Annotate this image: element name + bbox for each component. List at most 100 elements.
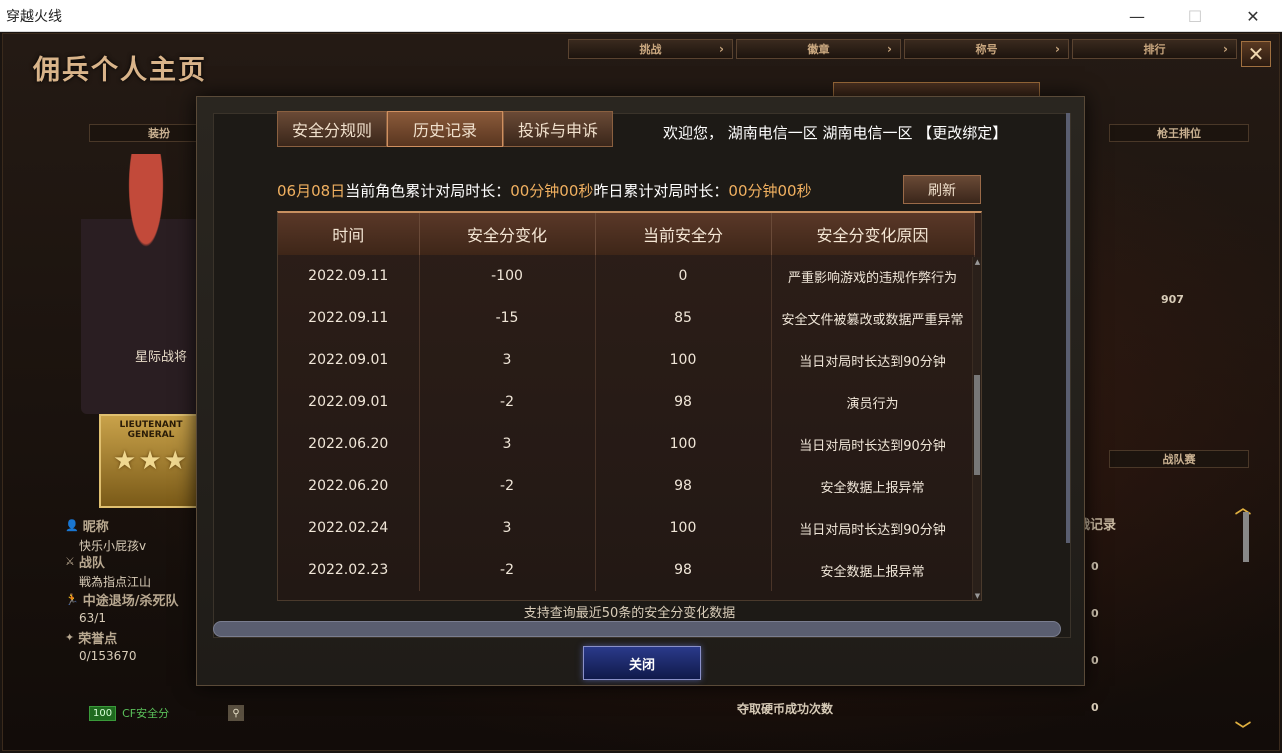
refresh-button[interactable]: 刷新: [903, 175, 981, 204]
subtab-team-match[interactable]: 战队赛: [1109, 450, 1249, 468]
cell-change: -15: [419, 297, 596, 339]
table-row: 2022.09.11 -100 0 严重影响游戏的违规作弊行为: [278, 255, 975, 297]
team-icon: ⚔: [65, 555, 75, 568]
table-row: 2022.02.24 3 100 当日对局时长达到90分钟: [278, 507, 975, 549]
honor-label: 荣誉点: [78, 632, 118, 647]
person-icon: 👤: [65, 519, 79, 532]
scroll-down-icon[interactable]: ▼: [973, 591, 981, 600]
duration-date: 06月08日: [277, 182, 346, 200]
window-controls: — ☐ ✕: [1108, 0, 1282, 32]
topnav-label: 徽章: [807, 43, 830, 56]
dialog-tabs: 安全分规则 历史记录 投诉与申诉: [277, 111, 613, 147]
team-block: ⚔ 战队 戦為指点江山: [65, 552, 151, 590]
table-row: 2022.06.20 3 100 当日对局时长达到90分钟: [278, 423, 975, 465]
maximize-button[interactable]: ☐: [1166, 0, 1224, 32]
tab-complaint-appeal[interactable]: 投诉与申诉: [503, 111, 613, 147]
subtab-gun-king[interactable]: 枪王排位: [1109, 124, 1249, 142]
table-scrollbar[interactable]: ▲ ▼: [972, 257, 981, 600]
side-scrollbar[interactable]: [1241, 502, 1251, 732]
today-duration-label: 当前角色累计对局时长：: [345, 182, 511, 200]
scroll-up-icon[interactable]: ▲: [973, 257, 981, 267]
window-title: 穿越火线: [6, 8, 62, 25]
cell-change: 3: [419, 339, 596, 381]
table-row: 2022.09.11 -15 85 安全文件被篡改或数据严重异常: [278, 297, 975, 339]
cell-time: 2022.09.01: [278, 381, 420, 423]
tab-history[interactable]: 历史记录: [387, 111, 503, 147]
cf-safety-bar: 100 CF安全分 ⚲: [89, 705, 245, 721]
cell-change: -2: [419, 465, 596, 507]
topnav-badge[interactable]: 徽章 ›: [736, 39, 901, 59]
rank-badge: LIEUTENANT GENERAL ★★★: [99, 414, 203, 508]
cell-current: 100: [595, 423, 772, 465]
table-row: 2022.09.01 -2 98 演员行为: [278, 381, 975, 423]
cell-time: 2022.02.23: [278, 549, 420, 591]
tab-safety-rules[interactable]: 安全分规则: [277, 111, 387, 147]
honor-value: 0/153670: [79, 649, 137, 663]
cell-time: 2022.09.01: [278, 339, 420, 381]
col-current-score: 当前安全分: [595, 213, 772, 255]
cell-current: 100: [595, 339, 772, 381]
cf-score-badge: 100: [89, 705, 117, 721]
rank-line2: GENERAL: [127, 430, 175, 440]
safety-score-dialog: 安全分规则 历史记录 投诉与申诉 欢迎您， 湖南电信一区 湖南电信一区 【更改绑…: [196, 96, 1085, 686]
rank-line1: LIEUTENANT: [119, 420, 183, 430]
window-titlebar: 穿越火线 — ☐ ✕: [0, 0, 1282, 32]
history-table: 时间 安全分变化 当前安全分 安全分变化原因 2022.09.11 -100 0 严重…: [277, 211, 982, 601]
cell-current: 98: [595, 381, 772, 423]
star-icon: ★★★: [113, 446, 189, 476]
yesterday-duration-value: 00分钟00秒: [728, 182, 812, 200]
chevron-right-icon: ›: [1223, 42, 1228, 56]
honor-block: ✦ 荣誉点 0/153670: [65, 628, 137, 663]
cell-change: 3: [419, 507, 596, 549]
cell-change: -2: [419, 549, 596, 591]
stat-zero: 0: [1091, 607, 1099, 620]
search-icon[interactable]: ⚲: [228, 705, 245, 721]
chevron-right-icon: ›: [887, 42, 892, 56]
table-scrollbar-thumb[interactable]: [974, 375, 980, 475]
topnav-challenge[interactable]: 挑战 ›: [568, 39, 733, 59]
cell-time: 2022.06.20: [278, 423, 420, 465]
cell-time: 2022.02.24: [278, 507, 420, 549]
cell-time: 2022.09.11: [278, 255, 420, 297]
close-icon: ✕: [1247, 42, 1265, 66]
cell-current: 85: [595, 297, 772, 339]
page-title: 佣兵个人主页: [33, 55, 207, 86]
character-portrait: [81, 154, 211, 414]
today-duration-value: 00分钟00秒: [510, 182, 594, 200]
table-row: 2022.02.23 -2 98 安全数据上报异常: [278, 549, 975, 591]
topnav-title[interactable]: 称号 ›: [904, 39, 1069, 59]
minimize-button[interactable]: —: [1108, 0, 1166, 32]
topnav-label: 称号: [975, 43, 998, 56]
cell-time: 2022.06.20: [278, 465, 420, 507]
cell-current: 0: [595, 255, 772, 297]
cell-reason: 安全数据上报异常: [771, 549, 975, 591]
game-close-button[interactable]: ✕: [1241, 41, 1271, 67]
cell-reason: 安全文件被篡改或数据严重异常: [771, 297, 975, 339]
character-name: 星际战将: [135, 350, 188, 365]
quit-label: 中途退场/杀死队: [82, 594, 179, 609]
cell-current: 100: [595, 507, 772, 549]
side-scrollbar-thumb[interactable]: [1243, 512, 1249, 562]
cell-change: -100: [419, 255, 596, 297]
stat-zero: 0: [1091, 701, 1099, 714]
topnav-ranking[interactable]: 排行 ›: [1072, 39, 1237, 59]
cell-current: 98: [595, 549, 772, 591]
col-score-change: 安全分变化: [419, 213, 596, 255]
dialog-close-button[interactable]: 关闭: [583, 646, 701, 680]
yesterday-duration-label: 昨日累计对局时长：: [593, 182, 729, 200]
dialog-horizontal-scrollbar[interactable]: [213, 621, 1061, 637]
table-header-row: 时间 安全分变化 当前安全分 安全分变化原因: [278, 213, 975, 255]
cell-reason: 演员行为: [771, 381, 975, 423]
window-close-button[interactable]: ✕: [1224, 0, 1282, 32]
chevron-down-icon[interactable]: ﹀: [1235, 716, 1251, 740]
welcome-text[interactable]: 欢迎您， 湖南电信一区 湖南电信一区 【更改绑定】: [663, 122, 1007, 143]
stat-zero: 0: [1091, 560, 1099, 573]
cell-reason: 安全数据上报异常: [771, 465, 975, 507]
cell-reason: 当日对局时长达到90分钟: [771, 423, 975, 465]
cell-time: 2022.09.11: [278, 297, 420, 339]
topnav-label: 挑战: [639, 43, 662, 56]
cf-safety-label[interactable]: CF安全分: [122, 705, 222, 721]
cell-reason: 严重影响游戏的违规作弊行为: [771, 255, 975, 297]
dialog-vertical-scrollbar[interactable]: [1066, 113, 1070, 543]
chevron-right-icon: ›: [719, 42, 724, 56]
